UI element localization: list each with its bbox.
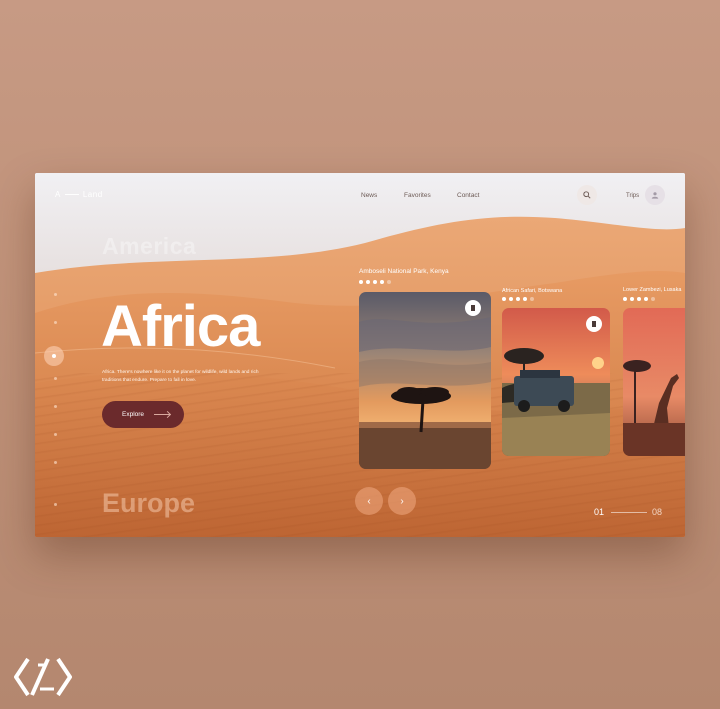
star-icon bbox=[366, 280, 370, 284]
slide-dot[interactable] bbox=[54, 377, 57, 380]
site-logo[interactable]: A Land bbox=[55, 190, 103, 199]
giraffe-image bbox=[623, 308, 685, 456]
bookmark-icon bbox=[592, 321, 596, 327]
bookmark-button[interactable] bbox=[586, 316, 602, 332]
star-icon bbox=[523, 297, 527, 301]
destination-card-botswana[interactable] bbox=[502, 308, 610, 456]
star-icon bbox=[630, 297, 634, 301]
user-avatar-icon bbox=[651, 192, 659, 199]
user-avatar[interactable] bbox=[645, 185, 665, 205]
rating-stars bbox=[502, 297, 534, 301]
star-icon bbox=[623, 297, 627, 301]
explore-button[interactable]: Explore bbox=[102, 401, 184, 428]
star-icon bbox=[373, 280, 377, 284]
chevron-right-icon: › bbox=[400, 495, 404, 507]
slide-dot[interactable] bbox=[54, 433, 57, 436]
star-icon bbox=[502, 297, 506, 301]
page-title: Africa bbox=[101, 294, 260, 359]
star-icon bbox=[509, 297, 513, 301]
active-slide-dot[interactable] bbox=[44, 346, 64, 366]
star-icon bbox=[380, 280, 384, 284]
page-current: 01 bbox=[594, 507, 605, 517]
star-icon bbox=[637, 297, 641, 301]
explore-label: Explore bbox=[122, 411, 145, 418]
nav-favorites[interactable]: Favorites bbox=[404, 192, 431, 199]
star-icon bbox=[644, 297, 648, 301]
chevron-left-icon: ‹ bbox=[367, 495, 371, 507]
slide-dot[interactable] bbox=[54, 461, 57, 464]
arrow-right-icon bbox=[154, 414, 171, 415]
prev-button[interactable]: ‹ bbox=[355, 487, 383, 515]
destination-card-amboseli[interactable] bbox=[359, 292, 491, 469]
destination-title[interactable]: Amboseli National Park, Kenya bbox=[359, 268, 449, 275]
logo-right: Land bbox=[82, 190, 103, 199]
next-button[interactable]: › bbox=[388, 487, 416, 515]
star-icon bbox=[387, 280, 391, 284]
page-total: 08 bbox=[652, 507, 663, 517]
next-destination[interactable]: Europe bbox=[102, 488, 195, 519]
previous-destination[interactable]: America bbox=[102, 233, 196, 260]
nav-news[interactable]: News bbox=[361, 192, 377, 199]
hero-description: Africa. There's nowhere like it on the p… bbox=[102, 370, 259, 383]
bookmark-icon bbox=[471, 305, 475, 311]
logo-divider bbox=[64, 194, 79, 195]
destination-card-zambezi[interactable] bbox=[623, 308, 685, 456]
slide-dot[interactable] bbox=[54, 293, 57, 296]
hero-card: A Land News Favorites Contact Trips Amer… bbox=[35, 173, 685, 537]
search-button[interactable] bbox=[577, 185, 597, 205]
destination-title[interactable]: Lower Zambezi, Lusaka bbox=[623, 287, 681, 293]
rating-stars bbox=[623, 297, 655, 301]
nav-contact[interactable]: Contact bbox=[457, 192, 479, 199]
slide-indicator bbox=[53, 293, 59, 523]
acacia-sunset-image bbox=[359, 292, 491, 469]
logo-left: A bbox=[55, 190, 61, 199]
trips-link[interactable]: Trips bbox=[626, 193, 639, 199]
brand-logo-icon bbox=[14, 657, 72, 697]
destination-title[interactable]: African Safari, Botswana bbox=[502, 288, 562, 294]
star-icon bbox=[651, 297, 655, 301]
page-progress-line bbox=[611, 512, 647, 513]
slide-dot[interactable] bbox=[54, 321, 57, 324]
star-icon bbox=[516, 297, 520, 301]
star-icon bbox=[530, 297, 534, 301]
slide-dot[interactable] bbox=[54, 503, 57, 506]
bookmark-button[interactable] bbox=[465, 300, 481, 316]
search-icon bbox=[583, 191, 591, 199]
rating-stars bbox=[359, 280, 391, 284]
slide-dot[interactable] bbox=[54, 405, 57, 408]
star-icon bbox=[359, 280, 363, 284]
